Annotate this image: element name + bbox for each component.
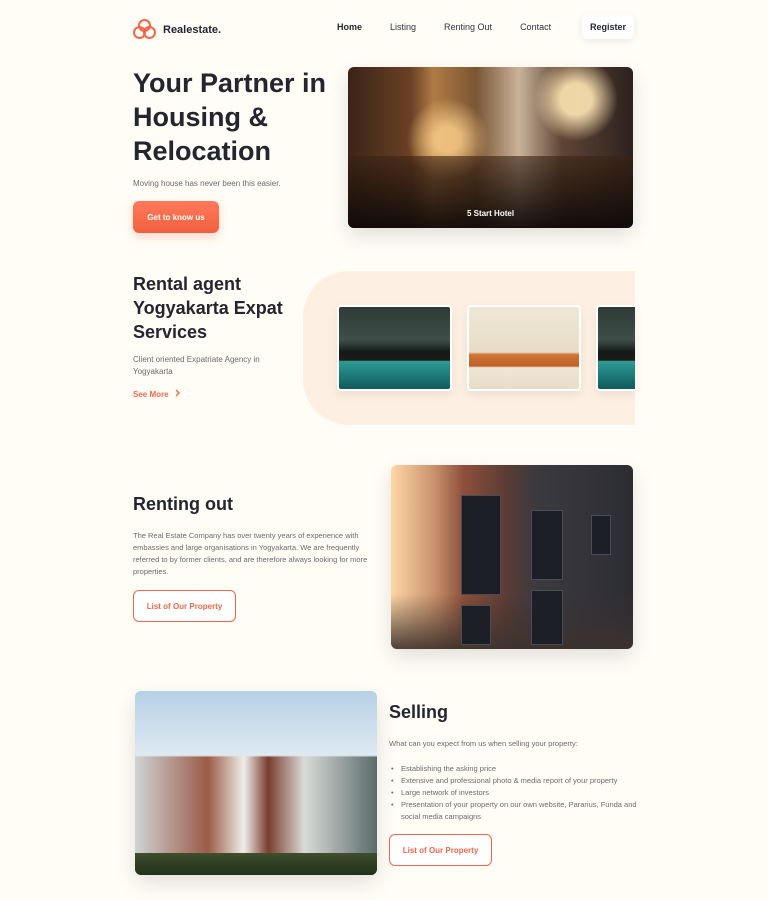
list-of-property-button-selling[interactable]: List of Our Property <box>389 834 492 866</box>
hero-subtitle: Moving house has never been this easier. <box>133 179 281 188</box>
selling-title: Selling <box>389 702 449 722</box>
chevron-right-icon <box>175 389 181 399</box>
get-to-know-us-button[interactable]: Get to know us <box>133 201 219 233</box>
agent-subtitle: Client oriented Expatriate Agency in Yog… <box>133 355 260 376</box>
hero-image-caption: 5 Start Hotel <box>466 209 515 218</box>
selling-list: Establishing the asking price Extensive … <box>391 763 641 823</box>
logo-icon <box>133 19 157 41</box>
gallery-thumb-pool-partial[interactable] <box>596 305 635 391</box>
register-button[interactable]: Register <box>582 15 634 39</box>
list-item: Large network of investors <box>391 787 641 799</box>
nav-item-renting-out[interactable]: Renting Out <box>444 22 492 32</box>
see-more-label: See More <box>133 389 169 399</box>
nav-item-home[interactable]: Home <box>337 22 362 32</box>
renting-out-text: The Real Estate Company has over twenty … <box>133 531 368 576</box>
main-nav: Home Listing Renting Out Contact <box>337 22 579 32</box>
nav-item-contact[interactable]: Contact <box>520 22 551 32</box>
list-of-property-button-renting[interactable]: List of Our Property <box>133 590 236 622</box>
logo-text: Realestate. <box>163 24 222 36</box>
selling-building-image <box>135 691 377 875</box>
hero-image: 5 Start Hotel <box>348 67 633 228</box>
list-item: Presentation of your property on our own… <box>391 799 641 823</box>
nav-item-listing[interactable]: Listing <box>390 22 416 32</box>
hero-title: Your Partner in Housing & Relocation <box>133 68 327 166</box>
list-item: Extensive and professional photo & media… <box>391 775 641 787</box>
renting-building-image <box>391 465 633 649</box>
renting-out-title: Renting out <box>133 494 233 514</box>
agent-title: Rental agent Yogyakarta Expat Services <box>133 274 283 342</box>
gallery-thumb-pool[interactable] <box>337 305 452 391</box>
logo[interactable]: Realestate. <box>133 19 221 41</box>
list-item: Establishing the asking price <box>391 763 641 775</box>
see-more-link[interactable]: See More <box>133 389 181 399</box>
selling-subtitle: What can you expect from us when selling… <box>389 739 578 748</box>
gallery-thumb-living-room[interactable] <box>467 305 581 391</box>
